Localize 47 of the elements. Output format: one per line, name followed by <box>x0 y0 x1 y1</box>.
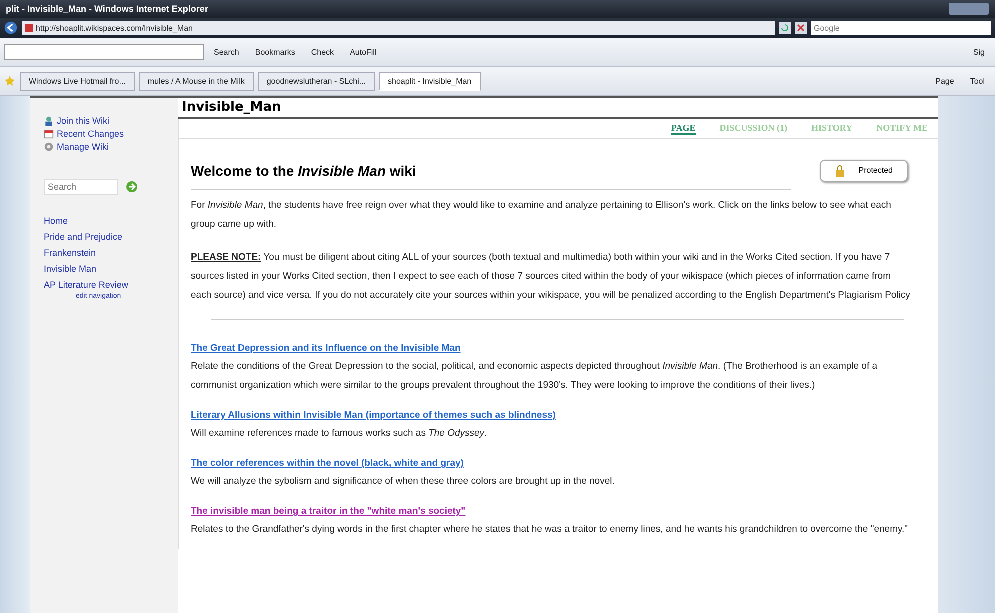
command-button[interactable]: Tool <box>964 74 991 88</box>
back-icon[interactable] <box>4 21 18 35</box>
star-icon[interactable] <box>4 75 16 87</box>
browser-tab[interactable]: mules / A Mouse in the Milk <box>138 72 254 90</box>
refresh-icon[interactable] <box>779 22 791 34</box>
topic-description: We will analyze the sybolism and significance of when these three colors are brought up in the novel. <box>191 475 616 489</box>
lock-icon <box>834 164 845 176</box>
browser-tab[interactable]: goodnewslutheran - SLchi... <box>258 72 376 90</box>
go-arrow-icon[interactable] <box>126 181 138 193</box>
nav-link[interactable]: Invisible Man <box>44 261 97 277</box>
web-search-field[interactable]: Google <box>811 21 991 35</box>
sign-in-button[interactable]: Sig <box>967 46 991 58</box>
protected-button[interactable]: Protected <box>820 160 908 182</box>
toolbar-button[interactable]: Check <box>305 46 340 58</box>
nav-link[interactable]: AP Literature Review <box>44 277 128 293</box>
wiki-search-field[interactable]: Search <box>44 179 118 195</box>
sidebar-link[interactable]: Manage Wiki <box>57 142 110 152</box>
browser-tab[interactable]: Windows Live Hotmail fro... <box>20 72 135 90</box>
address-field[interactable]: http://shoaplit.wikispaces.com/Invisible_Man <box>22 21 775 35</box>
command-button[interactable]: Page <box>930 74 960 88</box>
browser-tab[interactable]: shoaplit - Invisible_Man <box>379 72 481 90</box>
note-paragraph: PLEASE NOTE: You must be diligent about citing ALL of your sources (both textual and multimedia) both within your wiki and in the Works Cited section. If you have 7 sources listed in your Works Cited section, then I expect to see each of those 7 sources cited within the body of your wikispace (which pieces of information came from each source) and vice versa. If you do not accurately cite your sources within your wikispace, you will be penalized according to the English Department's Plagiarism Policy <box>191 251 912 303</box>
nav-link[interactable]: Pride and Prejudice <box>44 229 123 245</box>
topic-link[interactable]: The color references within the novel (black, white and gray) <box>191 458 464 469</box>
nav-link[interactable]: Frankenstein <box>44 245 96 261</box>
page-heading: Welcome to the Invisible Man wiki <box>191 163 791 190</box>
topic-description: Relate the conditions of the Great Depression to the social, political, and economic aspects depicted throughout Invisible Man. (The Brotherhood is an example of a communist organization which were similar to the groups prevalent throughout the 1930's. They were looking to improve the conditions of their lives.) <box>191 360 879 393</box>
window-title: plit - Invisible_Man - Windows Internet Explorer <box>6 4 208 14</box>
sidebar-link[interactable]: Recent Changes <box>57 128 124 138</box>
topic-link[interactable]: The Great Depression and its Influence on the Invisible Man <box>191 343 461 354</box>
toolbar-search-field[interactable] <box>4 44 204 60</box>
favicon-icon <box>25 24 33 32</box>
close-icon[interactable] <box>795 22 807 34</box>
intro-paragraph: For Invisible Man, the students have free reign over what they would like to examine and analyze pertaining to Ellison's work. Click on the links below to see what each group came up with. <box>191 199 892 232</box>
nav-link[interactable]: Home <box>44 213 68 229</box>
people-icon <box>44 116 54 126</box>
toolbar-button[interactable]: AutoFill <box>344 46 383 58</box>
topic-description: Relates to the Grandfather's dying words in the first chapter where he states that he was a traitor to enemy lines, and he wants his grandchildren to overcome the "enemy." <box>191 523 910 537</box>
calendar-icon <box>44 128 54 138</box>
page-tab[interactable]: PAGE <box>671 123 696 135</box>
topic-link[interactable]: Literary Allusions within Invisible Man (importance of themes such as blindness) <box>191 410 556 421</box>
topic-link[interactable]: The invisible man being a traitor in the "white man's society" <box>191 506 466 517</box>
topic-description: Will examine references made to famous works such as The Odyssey. <box>191 427 488 441</box>
page-title: Invisible_Man <box>178 98 938 119</box>
toolbar-button[interactable]: Bookmarks <box>249 46 302 58</box>
toolbar-button[interactable]: Search <box>208 46 246 58</box>
sidebar-link[interactable]: Join this Wiki <box>57 116 110 126</box>
